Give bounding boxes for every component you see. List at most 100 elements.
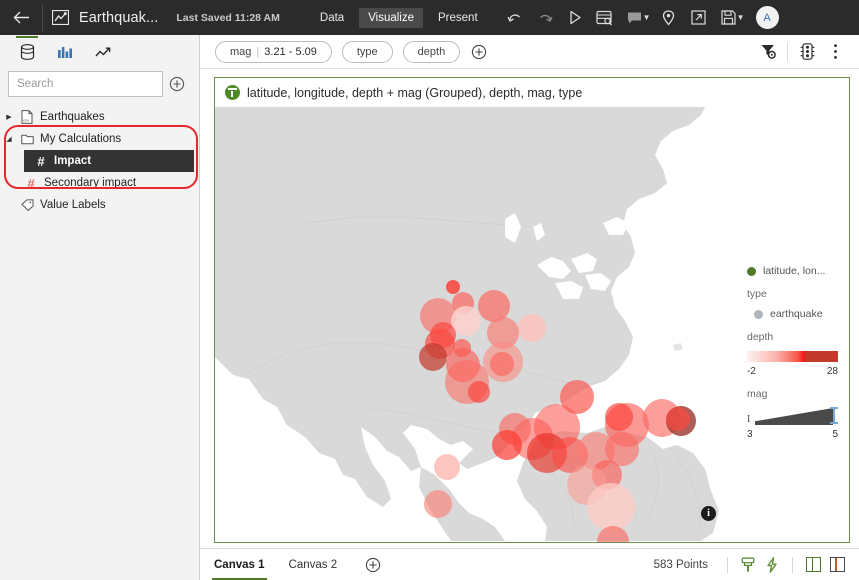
- mag-min-label: 3: [747, 429, 753, 440]
- document-title[interactable]: Earthquak...: [77, 10, 158, 26]
- avatar[interactable]: A: [756, 6, 779, 29]
- tag-icon: [18, 199, 36, 211]
- hash-icon: #: [22, 176, 40, 191]
- legend-mag-header: mag: [747, 388, 849, 400]
- pill-key: depth: [418, 46, 446, 58]
- sidebar-tab-database[interactable]: [8, 36, 46, 69]
- divider: [727, 557, 728, 573]
- tree-item-value-labels[interactable]: Value Labels: [0, 194, 199, 216]
- pill-type[interactable]: type: [342, 41, 393, 63]
- pill-value: 3.21 - 5.09: [264, 46, 317, 58]
- chevron-down-icon-save[interactable]: ▼: [737, 13, 745, 22]
- tree-label: Value Labels: [36, 199, 106, 211]
- filter-settings-icon[interactable]: [754, 38, 782, 66]
- canvas-tab-1[interactable]: Canvas 1: [214, 549, 265, 580]
- data-point[interactable]: [666, 407, 690, 431]
- mag-size-legend[interactable]: I: [747, 408, 838, 425]
- menu-item-data[interactable]: Data: [311, 8, 353, 28]
- layout-panel-icon[interactable]: [825, 553, 849, 577]
- bottom-bar-right: 583 Points: [654, 553, 859, 577]
- data-point[interactable]: [419, 343, 447, 371]
- play-icon[interactable]: [560, 0, 590, 35]
- chart-toolbar: mag | 3.21 - 5.09 type depth: [200, 35, 859, 69]
- chevron-down-icon[interactable]: ▼: [643, 13, 651, 22]
- chart-settings-icon[interactable]: [793, 38, 821, 66]
- data-point[interactable]: [424, 490, 452, 518]
- data-point[interactable]: [490, 352, 514, 376]
- expand-icon[interactable]: [684, 0, 714, 35]
- depth-min-label: -2: [747, 366, 756, 377]
- back-button[interactable]: [0, 0, 42, 35]
- tree-label: Earthquakes: [36, 111, 105, 123]
- data-point[interactable]: [446, 280, 460, 294]
- pill-depth[interactable]: depth: [403, 41, 461, 63]
- brush-icon[interactable]: [736, 553, 760, 577]
- legend-depth-header: depth: [747, 331, 849, 343]
- app-root: Earthquak... Last Saved 11:28 AM Data Vi…: [0, 0, 859, 580]
- tree-item-impact[interactable]: # Impact: [24, 150, 194, 172]
- main-menu: Data Visualize Present: [308, 0, 490, 35]
- legend-type-header: type: [747, 288, 849, 300]
- globe-icon: [225, 85, 240, 100]
- point-count-label: 583 Points: [654, 559, 708, 571]
- svg-text:csv: csv: [23, 118, 29, 123]
- map-plot-area[interactable]: i latitude, lon... type earthquake depth…: [215, 107, 849, 542]
- data-point[interactable]: [518, 314, 546, 342]
- tree-label: Impact: [50, 155, 91, 167]
- redo-icon[interactable]: [530, 0, 560, 35]
- mag-handle-left[interactable]: I: [747, 414, 750, 425]
- legend-type-value: earthquake: [770, 308, 823, 320]
- pin-icon[interactable]: [654, 0, 684, 35]
- pill-divider: |: [256, 46, 259, 58]
- data-point[interactable]: [605, 403, 633, 431]
- sidebar-tab-chart[interactable]: [46, 36, 84, 69]
- search-input[interactable]: Search: [8, 71, 163, 97]
- legend-type-dot: [754, 310, 763, 319]
- last-saved-label: Last Saved 11:28 AM: [176, 12, 280, 24]
- tree-item-my-calculations[interactable]: ◢ My Calculations: [0, 128, 199, 150]
- layout-split-icon[interactable]: [801, 553, 825, 577]
- tree-item-secondary-impact[interactable]: # Secondary impact: [0, 172, 199, 194]
- plus-circle-icon-canvas[interactable]: [361, 553, 385, 577]
- data-point[interactable]: [434, 454, 460, 480]
- data-point[interactable]: [587, 483, 635, 531]
- csv-file-icon: csv: [18, 110, 36, 124]
- chart-app-icon: [43, 0, 77, 35]
- tree-label: My Calculations: [36, 133, 121, 145]
- menu-item-visualize[interactable]: Visualize: [359, 8, 423, 28]
- legend-series-row: latitude, lon...: [747, 265, 849, 277]
- lightning-icon[interactable]: [760, 553, 784, 577]
- mag-max-label: 5: [832, 429, 838, 440]
- plus-circle-icon-pill[interactable]: [470, 43, 488, 61]
- pill-key: type: [357, 46, 378, 58]
- plus-circle-icon-search[interactable]: [163, 71, 191, 97]
- chevron-down-icon-tree[interactable]: ◢: [0, 135, 18, 143]
- legend-type-row[interactable]: earthquake: [747, 308, 849, 320]
- chevron-right-icon[interactable]: ▶: [0, 113, 18, 121]
- depth-color-gradient[interactable]: [747, 351, 838, 362]
- search-row: Search: [0, 71, 199, 97]
- undo-icon[interactable]: [500, 0, 530, 35]
- mag-handle-right[interactable]: [833, 407, 835, 424]
- data-point[interactable]: [468, 381, 490, 403]
- info-icon[interactable]: i: [701, 506, 716, 521]
- menu-item-present[interactable]: Present: [429, 8, 487, 28]
- depth-max-label: 28: [827, 366, 838, 377]
- pill-key: mag: [230, 46, 251, 58]
- top-bar-icons: ▼ ▼ A: [500, 0, 787, 35]
- sidebar-tabs: [0, 35, 199, 69]
- tree-item-earthquakes[interactable]: ▶ csv Earthquakes: [0, 106, 199, 128]
- data-point[interactable]: [492, 430, 522, 460]
- tree-label: Secondary impact: [40, 177, 136, 189]
- chart-panel: latitude, longitude, depth + mag (Groupe…: [214, 77, 850, 543]
- data-tree: ▶ csv Earthquakes ◢ My Calculations #: [0, 106, 199, 216]
- canvas-tab-2[interactable]: Canvas 2: [289, 549, 338, 580]
- mag-wedge: [755, 408, 833, 425]
- data-source-icon[interactable]: [590, 0, 620, 35]
- pill-mag[interactable]: mag | 3.21 - 5.09: [215, 41, 332, 63]
- sidebar-tab-trend[interactable]: [84, 36, 122, 69]
- chart-legend: latitude, lon... type earthquake depth -…: [737, 107, 849, 542]
- top-bar: Earthquak... Last Saved 11:28 AM Data Vi…: [0, 0, 859, 35]
- left-sidebar: Search ▶ csv Earthquakes ◢: [0, 35, 200, 580]
- more-vertical-icon[interactable]: [821, 38, 849, 66]
